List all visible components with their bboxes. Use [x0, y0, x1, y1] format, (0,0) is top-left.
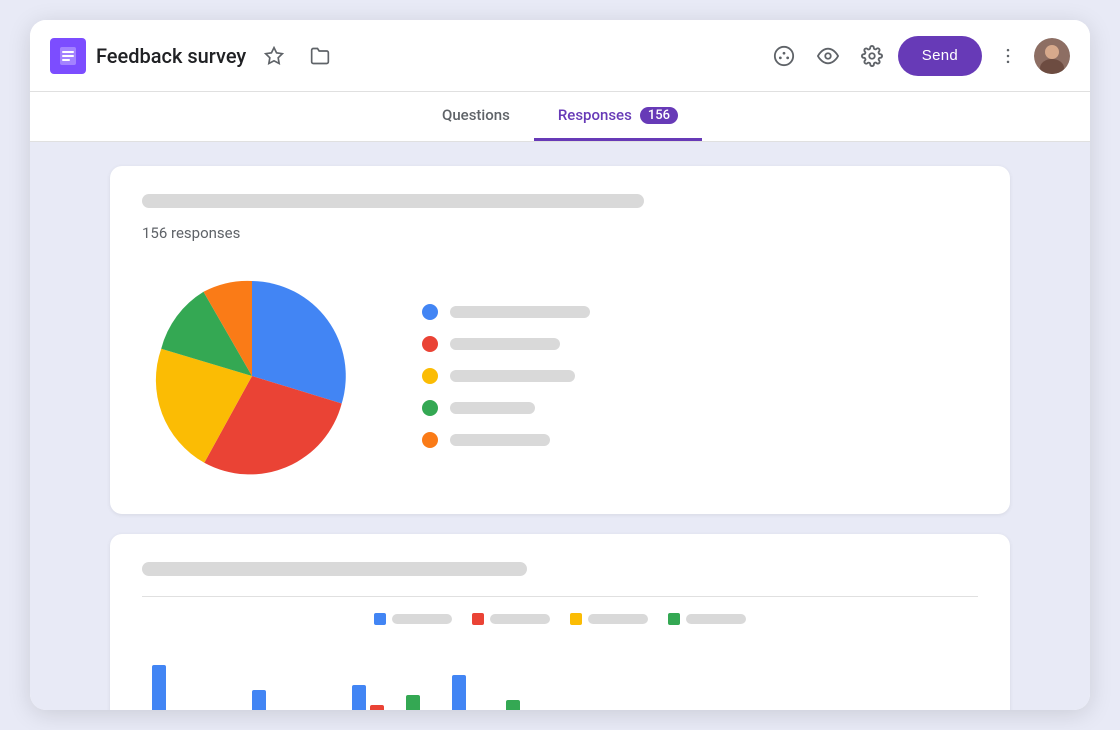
legend-dot-green [422, 400, 438, 416]
bar-group-4 [452, 675, 520, 710]
preview-icon[interactable] [810, 38, 846, 74]
bar-legend-label-1 [392, 614, 452, 624]
bar-legend-label-2 [490, 614, 550, 624]
legend-item-3 [422, 368, 590, 384]
legend-dot-blue [422, 304, 438, 320]
settings-icon[interactable] [854, 38, 890, 74]
header-right: Send [766, 36, 1070, 76]
legend-bar-5 [450, 434, 550, 446]
bar-3-blue [352, 685, 366, 710]
bar-chart-card [110, 534, 1010, 710]
bar-3-green [406, 695, 420, 710]
pie-legend [422, 304, 590, 448]
tab-responses[interactable]: Responses 156 [534, 92, 702, 141]
bar-legend-dot-yellow [570, 613, 582, 625]
bar-legend-item-1 [374, 613, 452, 625]
pie-chart-card: 156 responses [110, 166, 1010, 514]
bar-group-2 [252, 690, 320, 710]
main-content: 156 responses [30, 142, 1090, 710]
form-icon [50, 38, 86, 74]
card2-divider [142, 596, 978, 597]
legend-item-1 [422, 304, 590, 320]
tab-questions[interactable]: Questions [418, 92, 534, 141]
bar-2-blue [252, 690, 266, 710]
bar-legend-dot-red [472, 613, 484, 625]
responses-badge: 156 [640, 107, 678, 124]
page-title: Feedback survey [96, 44, 246, 68]
legend-bar-4 [450, 402, 535, 414]
bar-legend [142, 613, 978, 625]
bar-chart [142, 645, 978, 710]
legend-item-2 [422, 336, 590, 352]
bar-legend-item-2 [472, 613, 550, 625]
legend-bar-3 [450, 370, 575, 382]
header: Feedback survey [30, 20, 1090, 92]
legend-item-4 [422, 400, 590, 416]
folder-icon[interactable] [302, 38, 338, 74]
legend-bar-1 [450, 306, 590, 318]
bar-group-1 [152, 665, 220, 710]
app-window: Feedback survey [30, 20, 1090, 710]
legend-bar-2 [450, 338, 560, 350]
bar-legend-label-4 [686, 614, 746, 624]
card2-top-bar [142, 562, 527, 576]
bar-legend-item-4 [668, 613, 746, 625]
legend-dot-yellow [422, 368, 438, 384]
legend-dot-orange [422, 432, 438, 448]
bar-4-green [506, 700, 520, 710]
bar-legend-dot-green [668, 613, 680, 625]
bar-1-blue [152, 665, 166, 710]
bar-group-3 [352, 685, 420, 710]
bar-legend-item-3 [570, 613, 648, 625]
bar-3-red [370, 705, 384, 710]
avatar[interactable] [1034, 38, 1070, 74]
response-count: 156 responses [142, 224, 978, 242]
bar-legend-dot-blue [374, 613, 386, 625]
tabs: Questions Responses 156 [30, 92, 1090, 142]
bar-legend-label-3 [588, 614, 648, 624]
more-icon[interactable] [990, 38, 1026, 74]
pie-chart [142, 266, 362, 486]
palette-icon[interactable] [766, 38, 802, 74]
bar-4-blue [452, 675, 466, 710]
card1-top-bar [142, 194, 644, 208]
chart-area [142, 266, 978, 486]
star-icon[interactable] [256, 38, 292, 74]
header-left: Feedback survey [50, 38, 766, 74]
send-button[interactable]: Send [898, 36, 982, 76]
legend-dot-red [422, 336, 438, 352]
legend-item-5 [422, 432, 590, 448]
